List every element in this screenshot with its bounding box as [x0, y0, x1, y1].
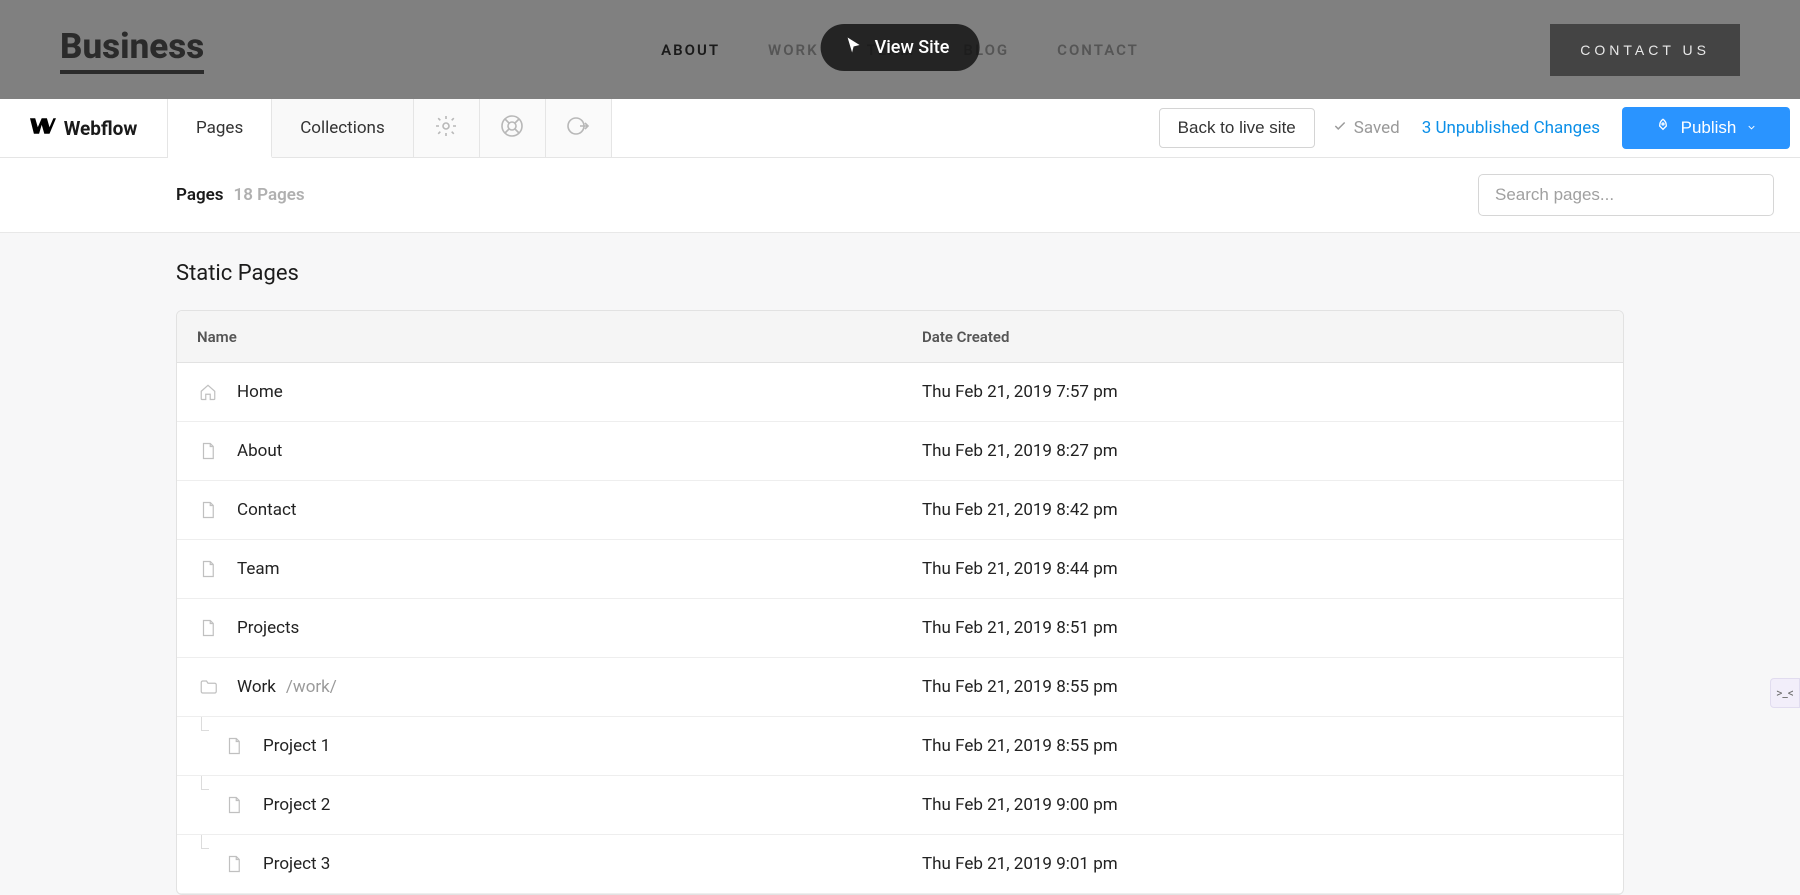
page-date: Thu Feb 21, 2019 8:44 pm — [922, 559, 1118, 579]
table-row[interactable]: Project 1 Thu Feb 21, 2019 8:55 pm — [177, 717, 1623, 776]
page-name: Home — [237, 382, 283, 402]
page-name: Project 3 — [263, 854, 330, 874]
page-date: Thu Feb 21, 2019 8:27 pm — [922, 441, 1118, 461]
page-name: Project 2 — [263, 795, 330, 815]
page-name: Contact — [237, 500, 296, 520]
nav-link-work[interactable]: WORK — [768, 41, 819, 59]
page-icon — [197, 558, 219, 580]
publish-label: Publish — [1681, 118, 1737, 138]
content-area: Static Pages Name Date Created Home Thu F… — [0, 233, 1800, 895]
logout-button[interactable] — [546, 99, 612, 157]
editor-toolbar: Webflow Pages Collections Back to live s… — [0, 99, 1800, 158]
table-row[interactable]: Team Thu Feb 21, 2019 8:44 pm — [177, 540, 1623, 599]
table-header: Name Date Created — [177, 311, 1623, 363]
page-name: Work — [237, 677, 276, 697]
table-row[interactable]: Contact Thu Feb 21, 2019 8:42 pm — [177, 481, 1623, 540]
tree-line — [201, 776, 209, 790]
page-name: Projects — [237, 618, 299, 638]
home-icon — [197, 381, 219, 403]
nav-link-about[interactable]: ABOUT — [661, 41, 720, 59]
panel-toggle[interactable]: >_< — [1770, 678, 1800, 708]
table-row[interactable]: Projects Thu Feb 21, 2019 8:51 pm — [177, 599, 1623, 658]
search-pages-box[interactable] — [1478, 174, 1774, 216]
tree-line — [201, 717, 209, 731]
chevron-down-icon — [1746, 118, 1757, 138]
table-row[interactable]: Project 2 Thu Feb 21, 2019 9:00 pm — [177, 776, 1623, 835]
tab-pages[interactable]: Pages — [168, 99, 272, 158]
unpublished-changes-link[interactable]: 3 Unpublished Changes — [1422, 99, 1600, 157]
webflow-label: Webflow — [64, 117, 138, 140]
search-input[interactable] — [1495, 175, 1757, 215]
help-button[interactable] — [480, 99, 546, 157]
page-name: Team — [237, 559, 280, 579]
col-header-date: Date Created — [922, 328, 1009, 346]
folder-icon — [197, 676, 219, 698]
page-icon — [223, 853, 245, 875]
tab-collections[interactable]: Collections — [272, 99, 414, 157]
section-title: Static Pages — [176, 261, 1624, 286]
check-icon — [1333, 118, 1347, 138]
page-date: Thu Feb 21, 2019 8:55 pm — [922, 736, 1118, 756]
page-icon — [223, 735, 245, 757]
pages-count: 18 Pages — [234, 185, 305, 205]
lifebuoy-icon — [500, 114, 524, 142]
contact-us-button[interactable]: CONTACT US — [1550, 24, 1740, 76]
pages-table: Name Date Created Home Thu Feb 21, 2019 7… — [176, 310, 1624, 895]
saved-label: Saved — [1354, 118, 1400, 138]
table-row[interactable]: Work/work/Thu Feb 21, 2019 8:55 pm — [177, 658, 1623, 717]
page-date: Thu Feb 21, 2019 8:51 pm — [922, 618, 1118, 638]
page-icon — [197, 617, 219, 639]
page-date: Thu Feb 21, 2019 8:42 pm — [922, 500, 1118, 520]
view-site-button[interactable]: View Site — [821, 24, 980, 71]
back-to-live-button[interactable]: Back to live site — [1159, 108, 1315, 148]
publish-button[interactable]: Publish — [1622, 107, 1790, 149]
page-icon — [197, 499, 219, 521]
page-date: Thu Feb 21, 2019 9:00 pm — [922, 795, 1118, 815]
settings-button[interactable] — [414, 99, 480, 157]
page-date: Thu Feb 21, 2019 8:55 pm — [922, 677, 1118, 697]
page-header: Pages 18 Pages — [0, 158, 1800, 233]
page-name: About — [237, 441, 282, 461]
cursor-icon — [845, 36, 863, 59]
page-date: Thu Feb 21, 2019 7:57 pm — [922, 382, 1118, 402]
page-slug: /work/ — [286, 677, 337, 697]
col-header-name: Name — [197, 328, 237, 346]
page-name: Project 1 — [263, 736, 330, 756]
site-brand[interactable]: Business — [60, 26, 204, 74]
view-site-label: View Site — [875, 37, 950, 58]
page-date: Thu Feb 21, 2019 9:01 pm — [922, 854, 1118, 874]
page-icon — [197, 440, 219, 462]
gear-icon — [434, 114, 458, 142]
table-row[interactable]: Home Thu Feb 21, 2019 7:57 pm — [177, 363, 1623, 422]
pages-label: Pages — [176, 185, 224, 205]
table-row[interactable]: About Thu Feb 21, 2019 8:27 pm — [177, 422, 1623, 481]
tree-line — [201, 835, 209, 849]
rocket-icon — [1655, 118, 1671, 139]
table-row[interactable]: Project 3 Thu Feb 21, 2019 9:01 pm — [177, 835, 1623, 894]
exit-icon — [566, 114, 590, 142]
nav-link-contact[interactable]: CONTACT — [1057, 41, 1139, 59]
saved-indicator: Saved — [1333, 99, 1400, 157]
page-icon — [223, 794, 245, 816]
webflow-icon — [30, 117, 56, 140]
webflow-logo[interactable]: Webflow — [0, 99, 168, 157]
